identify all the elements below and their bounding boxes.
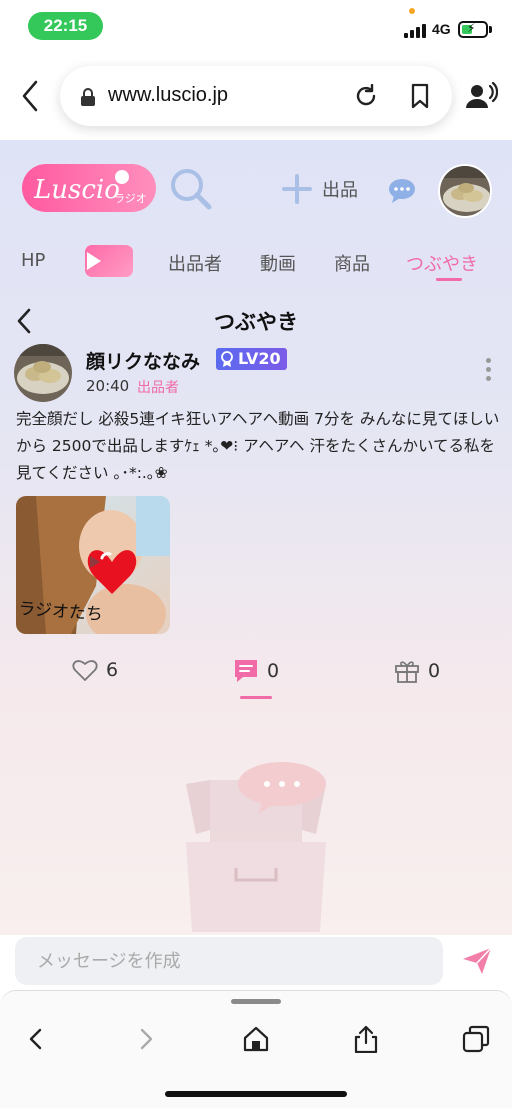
- battery-icon: ⚡: [458, 21, 488, 38]
- post-time: 20:40: [86, 377, 130, 395]
- comment-button[interactable]: 0: [233, 658, 279, 684]
- medal-icon: [221, 351, 233, 367]
- chat-bubble-icon[interactable]: [388, 178, 416, 204]
- svg-text:Luscio: Luscio: [33, 175, 120, 205]
- toolbar-tabs-icon[interactable]: [462, 1025, 490, 1053]
- post-body-text: 完全顔だし 必殺5連イキ狂いアヘアヘ動画 7分を みんなに見てほしいから 250…: [16, 410, 500, 482]
- bookmark-icon[interactable]: [410, 83, 430, 109]
- like-count: 6: [106, 659, 119, 681]
- gift-icon: [395, 661, 419, 683]
- video-play-tab[interactable]: [85, 245, 133, 277]
- page-title: つぶやき: [214, 310, 298, 334]
- status-bar: 22:15 4G ⚡: [0, 0, 512, 52]
- message-composer: [0, 935, 512, 990]
- section-header: つぶやき: [0, 300, 512, 340]
- toolbar-share-icon[interactable]: [352, 1025, 380, 1053]
- comment-icon: [235, 660, 257, 682]
- message-input[interactable]: [15, 937, 443, 985]
- svg-text:ラジオ: ラジオ: [114, 192, 147, 205]
- post-author-avatar[interactable]: [14, 344, 72, 402]
- level-badge: LV20: [216, 348, 287, 370]
- nav-tabs: HP 出品者 動画 商品 つぶやき: [0, 238, 512, 282]
- home-indicator: [165, 1091, 347, 1097]
- status-time: 22:15: [28, 12, 103, 40]
- like-button[interactable]: 6: [72, 658, 118, 682]
- more-options-icon[interactable]: [486, 358, 494, 386]
- reactions-bar: 6 0 0: [0, 650, 512, 700]
- comment-count: 0: [267, 660, 280, 682]
- tab-tweets[interactable]: つぶやき: [406, 250, 478, 276]
- post-image[interactable]: ラジオたち: [16, 496, 170, 634]
- reload-icon[interactable]: [354, 84, 378, 108]
- app-content: Luscio ラジオ 出品 HP 出品者 動画 商品 つぶやき つぶやき 顔リク…: [0, 140, 512, 935]
- post-author-name[interactable]: 顔リクななみ: [86, 347, 200, 374]
- heart-icon: [72, 660, 98, 681]
- toolbar-forward-icon[interactable]: [132, 1025, 160, 1053]
- tab-videos[interactable]: 動画: [260, 250, 296, 276]
- drag-handle[interactable]: [231, 999, 281, 1004]
- tab-products[interactable]: 商品: [334, 250, 370, 276]
- search-icon[interactable]: [168, 166, 214, 212]
- browser-toolbar: [0, 990, 512, 1108]
- battery-cap: [489, 26, 492, 33]
- signal-icon: [404, 22, 428, 38]
- browser-back-icon[interactable]: [14, 76, 44, 116]
- luscio-logo[interactable]: Luscio ラジオ: [22, 162, 156, 214]
- lock-icon: [81, 88, 95, 106]
- active-reaction-indicator: [240, 696, 272, 699]
- post-author-role: 出品者: [137, 380, 179, 396]
- active-tab-indicator: [436, 278, 462, 281]
- empty-comments-illustration: [186, 762, 326, 932]
- send-icon[interactable]: [462, 947, 492, 975]
- toolbar-home-icon[interactable]: [242, 1025, 270, 1053]
- tab-hp[interactable]: HP: [21, 250, 45, 271]
- post-listing-label: 出品: [322, 180, 358, 201]
- browser-address-area: www.luscio.jp: [0, 52, 512, 140]
- network-label: 4G: [432, 21, 451, 37]
- gift-count: 0: [428, 660, 441, 682]
- address-bar[interactable]: www.luscio.jp: [60, 66, 452, 126]
- gift-button[interactable]: 0: [394, 658, 440, 684]
- user-avatar[interactable]: [438, 164, 492, 218]
- toolbar-back-icon[interactable]: [22, 1025, 50, 1053]
- level-text: LV20: [238, 349, 281, 368]
- post-listing-button[interactable]: 出品: [282, 172, 358, 206]
- privacy-indicator: [409, 8, 415, 14]
- listen-page-icon[interactable]: [466, 82, 498, 110]
- url-text[interactable]: www.luscio.jp: [108, 84, 228, 107]
- tab-sellers[interactable]: 出品者: [168, 250, 222, 276]
- plus-icon: [282, 174, 312, 204]
